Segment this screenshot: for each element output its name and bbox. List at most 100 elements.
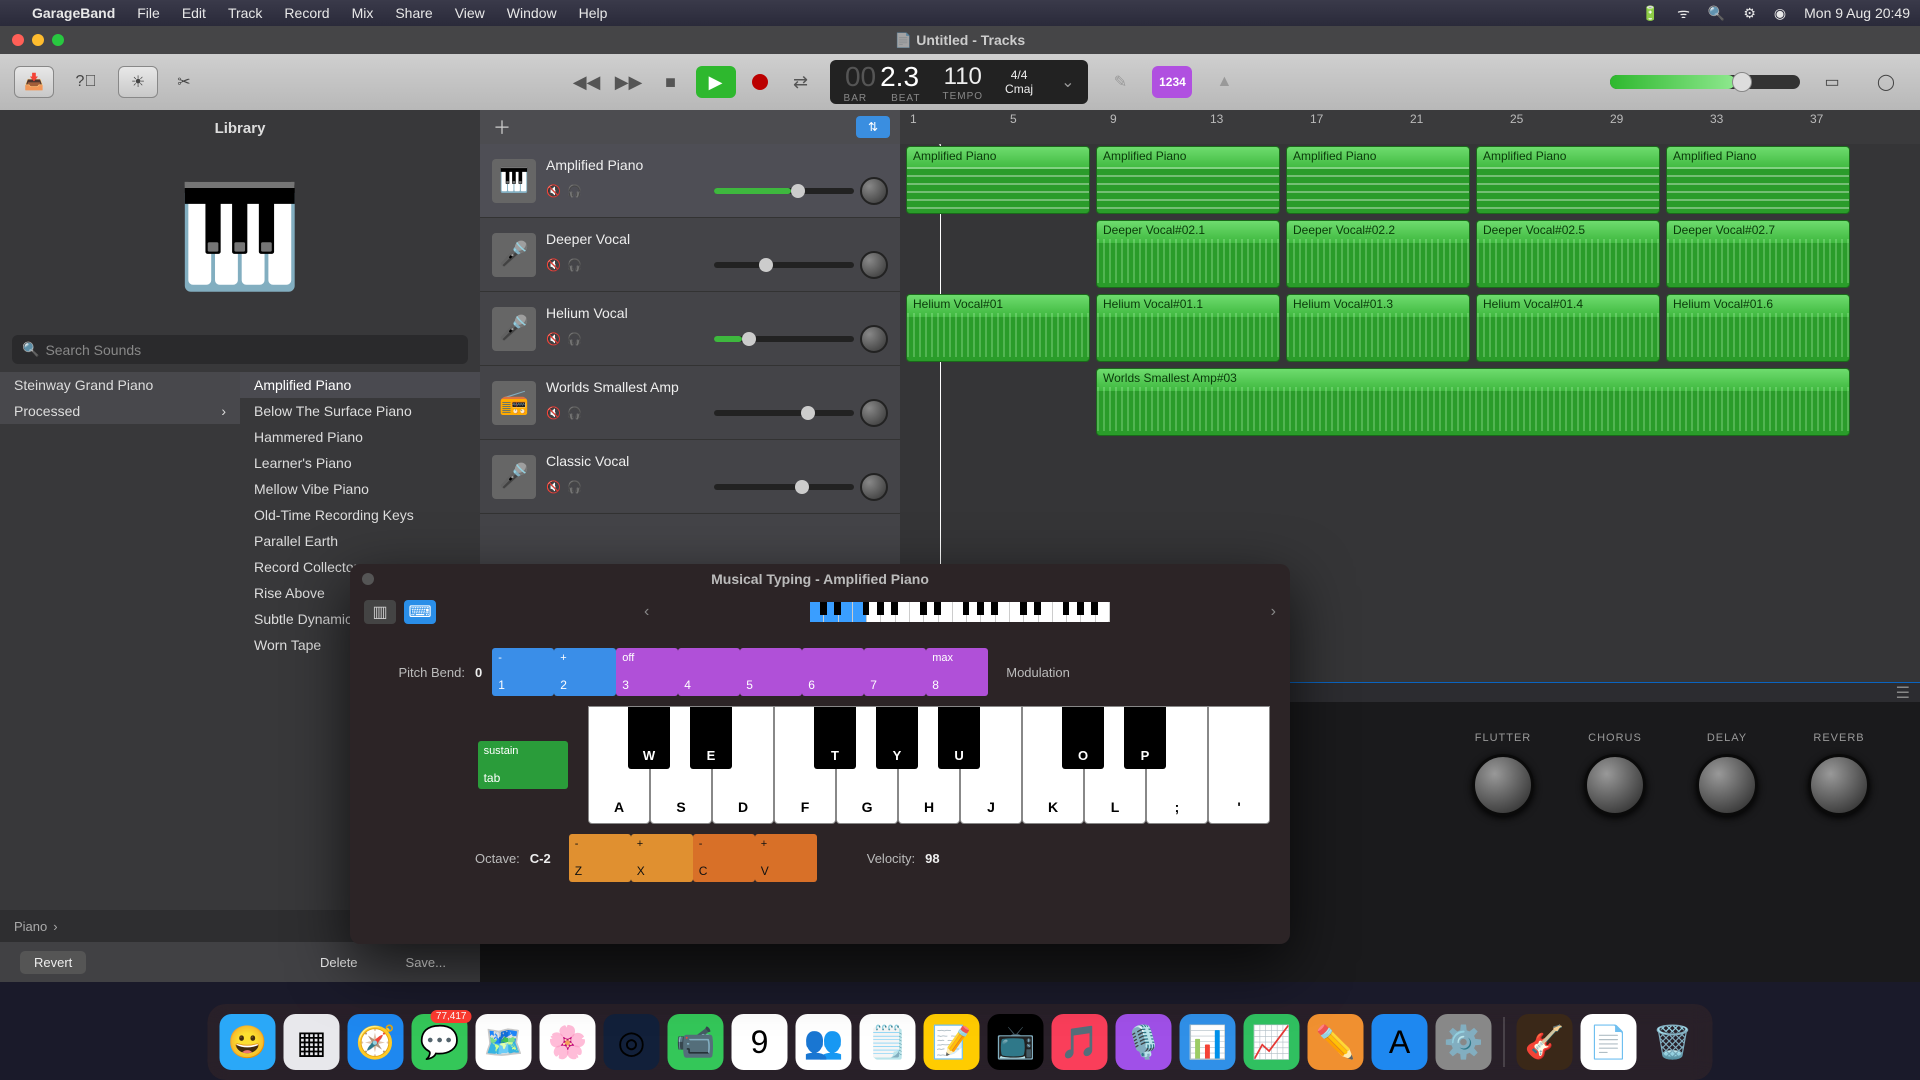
track-header[interactable]: 🎤 Deeper Vocal 🔇🎧 <box>480 218 900 292</box>
clock[interactable]: Mon 9 Aug 20:49 <box>1804 5 1910 21</box>
audio-region[interactable]: Amplified Piano <box>1096 146 1280 214</box>
track-volume-slider[interactable] <box>714 188 854 194</box>
notepad-button[interactable]: ▭ <box>1812 66 1852 98</box>
track-volume-slider[interactable] <box>714 484 854 490</box>
mini-keyboard[interactable] <box>810 602 1110 622</box>
track-pan-knob[interactable] <box>860 473 888 501</box>
track-pan-knob[interactable] <box>860 177 888 205</box>
octave-key[interactable]: -C <box>693 834 755 882</box>
octave-key[interactable]: +X <box>631 834 693 882</box>
siri-icon[interactable]: ◉ <box>1774 5 1786 22</box>
audio-region[interactable]: Helium Vocal#01.1 <box>1096 294 1280 362</box>
dock-app-icon[interactable]: ◎ <box>604 1014 660 1070</box>
audio-region[interactable]: Worlds Smallest Amp#03 <box>1096 368 1850 436</box>
library-patch-item[interactable]: Learner's Piano <box>240 450 480 476</box>
mute-icon[interactable]: 🔇 <box>546 406 561 420</box>
master-volume-slider[interactable] <box>1610 75 1800 89</box>
library-toggle-button[interactable]: 📥 <box>14 66 54 98</box>
library-category-item[interactable]: Steinway Grand Piano <box>0 372 240 398</box>
dock-app-icon[interactable]: ✏️ <box>1308 1014 1364 1070</box>
delete-button[interactable]: Delete <box>306 951 372 974</box>
octave-down-icon[interactable]: ‹ <box>644 603 649 621</box>
dock-app-icon[interactable]: 🗺️ <box>476 1014 532 1070</box>
dock-app-icon[interactable]: 💬77,417 <box>412 1014 468 1070</box>
track-header[interactable]: 🎤 Helium Vocal 🔇🎧 <box>480 292 900 366</box>
quick-help-button[interactable]: ?⃝ <box>66 66 106 98</box>
mod-key[interactable]: -1 <box>492 648 554 696</box>
audio-region[interactable]: Amplified Piano <box>1666 146 1850 214</box>
spotlight-icon[interactable]: 🔍 <box>1708 5 1725 22</box>
cycle-button[interactable]: ⇄ <box>784 68 818 96</box>
menu-record[interactable]: Record <box>284 5 329 21</box>
library-search-input[interactable]: 🔍Search Sounds <box>12 335 468 364</box>
headphone-icon[interactable]: 🎧 <box>567 258 582 272</box>
app-menu[interactable]: GarageBand <box>32 5 115 21</box>
battery-icon[interactable]: 🔋 <box>1642 5 1659 22</box>
mod-key[interactable]: off3 <box>616 648 678 696</box>
black-key[interactable]: T <box>814 707 856 769</box>
lcd-mode-chevron-icon[interactable]: ⌄ <box>1061 72 1074 92</box>
audio-region[interactable]: Amplified Piano <box>906 146 1090 214</box>
library-patch-item[interactable]: Parallel Earth <box>240 528 480 554</box>
white-key[interactable]: FT <box>774 706 836 824</box>
dock-app-icon[interactable]: 😀 <box>220 1014 276 1070</box>
dock-app-icon[interactable]: 📊 <box>1180 1014 1236 1070</box>
black-key[interactable]: P <box>1124 707 1166 769</box>
white-key[interactable]: KO <box>1022 706 1084 824</box>
menu-window[interactable]: Window <box>507 5 557 21</box>
mod-key[interactable]: 4 <box>678 648 740 696</box>
typing-view-button[interactable]: ⌨ <box>404 600 436 624</box>
dock-app-icon[interactable]: 🌸 <box>540 1014 596 1070</box>
window-titlebar[interactable]: Untitled - Tracks <box>0 26 1920 54</box>
timeline-ruler[interactable]: 15913172125293337 <box>900 110 1920 144</box>
mod-key[interactable]: max8 <box>926 648 988 696</box>
add-track-button[interactable]: ＋ <box>490 115 514 139</box>
control-center-icon[interactable]: ⚙ <box>1743 5 1756 22</box>
mod-key[interactable]: +2 <box>554 648 616 696</box>
effect-knob[interactable] <box>1584 754 1646 816</box>
library-patch-item[interactable]: Below The Surface Piano <box>240 398 480 424</box>
mute-icon[interactable]: 🔇 <box>546 480 561 494</box>
close-icon[interactable] <box>362 573 374 585</box>
track-volume-slider[interactable] <box>714 262 854 268</box>
black-key[interactable]: U <box>938 707 980 769</box>
menu-file[interactable]: File <box>137 5 160 21</box>
mod-key[interactable]: 5 <box>740 648 802 696</box>
track-header[interactable]: 📻 Worlds Smallest Amp 🔇🎧 <box>480 366 900 440</box>
audio-region[interactable]: Helium Vocal#01.6 <box>1666 294 1850 362</box>
dock-app-icon[interactable]: 🧭 <box>348 1014 404 1070</box>
track-volume-slider[interactable] <box>714 336 854 342</box>
dock-app-icon[interactable]: 🎙️ <box>1116 1014 1172 1070</box>
menu-track[interactable]: Track <box>228 5 262 21</box>
track-header[interactable]: 🎹 Amplified Piano 🔇🎧 <box>480 144 900 218</box>
forward-button[interactable]: ▶▶ <box>612 68 646 96</box>
headphone-icon[interactable]: 🎧 <box>567 406 582 420</box>
octave-key[interactable]: +V <box>755 834 817 882</box>
sustain-key[interactable]: sustain tab <box>478 741 568 789</box>
library-patch-item[interactable]: Amplified Piano <box>240 372 480 398</box>
smart-controls-button[interactable]: ☀ <box>118 66 158 98</box>
menu-edit[interactable]: Edit <box>182 5 206 21</box>
black-key[interactable]: Y <box>876 707 918 769</box>
dock-app-icon[interactable]: 👥 <box>796 1014 852 1070</box>
track-filter-button[interactable]: ⇅ <box>856 116 890 138</box>
dock-app-icon[interactable]: 📺 <box>988 1014 1044 1070</box>
typing-piano[interactable]: AWSEDFTGYHUJKOLP;' <box>588 706 1270 824</box>
track-pan-knob[interactable] <box>860 399 888 427</box>
mute-icon[interactable]: 🔇 <box>546 332 561 346</box>
smart-controls-menu-icon[interactable]: ☰ <box>1896 683 1910 703</box>
effect-knob[interactable] <box>1472 754 1534 816</box>
mod-key[interactable]: 6 <box>802 648 864 696</box>
audio-region[interactable]: Helium Vocal#01.4 <box>1476 294 1660 362</box>
headphone-icon[interactable]: 🎧 <box>567 184 582 198</box>
loop-browser-button[interactable]: ◯ <box>1866 66 1906 98</box>
audio-region[interactable]: Amplified Piano <box>1286 146 1470 214</box>
audio-region[interactable]: Helium Vocal#01.3 <box>1286 294 1470 362</box>
minimize-window-button[interactable] <box>32 34 44 46</box>
stop-button[interactable]: ■ <box>654 68 688 96</box>
lcd-time-signature[interactable]: 4/4 <box>1011 68 1028 82</box>
record-button[interactable] <box>752 74 768 90</box>
octave-up-icon[interactable]: › <box>1271 603 1276 621</box>
wifi-icon[interactable]: ᯤ <box>1677 4 1690 23</box>
dock-app-icon[interactable]: 📈 <box>1244 1014 1300 1070</box>
